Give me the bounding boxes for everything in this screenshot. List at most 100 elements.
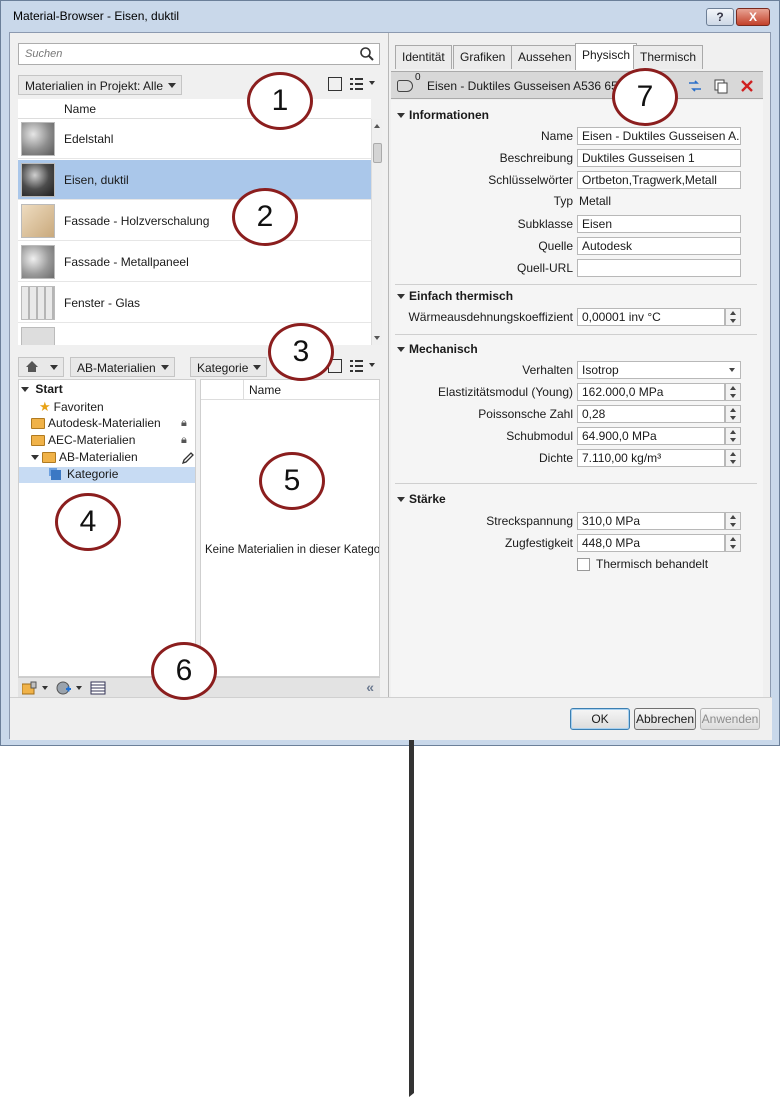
list-item[interactable]: Fassade - Metallpaneel [18, 242, 371, 282]
replace-asset-icon[interactable] [687, 78, 703, 94]
home-crumb[interactable] [18, 357, 64, 377]
panel-toggle-icon[interactable] [328, 77, 342, 91]
library-manage-icon[interactable] [22, 681, 38, 695]
beschreibung-field[interactable]: Duktiles Gusseisen 1 [577, 149, 741, 167]
cancel-button[interactable]: Abbrechen [634, 708, 696, 730]
verhalten-label: Verhalten [522, 363, 573, 377]
delete-asset-icon[interactable] [739, 78, 755, 94]
poisson-field[interactable]: 0,28 [577, 405, 725, 423]
quelle-field[interactable]: Autodesk [577, 237, 741, 255]
schubmodul-field[interactable]: 64.900,0 MPa [577, 427, 725, 445]
chevron-down-icon[interactable] [76, 686, 82, 690]
name-column-header: Name [64, 102, 97, 116]
section-einfach-thermisch[interactable]: Einfach thermisch [397, 289, 513, 303]
list-view-icon[interactable] [350, 77, 366, 91]
library-crumb-label: AB-Materialien [77, 361, 156, 375]
material-label: Edelstahl [64, 132, 114, 146]
zugfestigkeit-field[interactable]: 448,0 MPa [577, 534, 725, 552]
tab-identitaet[interactable]: Identität [395, 45, 452, 69]
waermeausdehnung-stepper[interactable] [725, 308, 741, 326]
section-mechanisch[interactable]: Mechanisch [397, 342, 478, 356]
typ-label: Typ [553, 194, 573, 208]
tab-aussehen[interactable]: Aussehen [511, 45, 579, 69]
tree-root[interactable]: Start [21, 382, 63, 398]
tab-physisch[interactable]: Physisch [575, 43, 638, 70]
material-editor-icon[interactable] [90, 681, 106, 695]
list-item[interactable]: Fassade - Holzverschalung [18, 201, 371, 241]
pencil-icon[interactable] [181, 451, 195, 465]
material-list-header[interactable]: Name [18, 99, 371, 119]
section-informationen[interactable]: Informationen [397, 108, 489, 122]
tree-item-ab[interactable]: AB-Materialien [31, 450, 138, 466]
project-filter-label: Materialien in Projekt: Alle [25, 79, 164, 93]
view-dropdown-icon[interactable] [369, 363, 375, 367]
subklasse-field[interactable]: Eisen [577, 215, 741, 233]
help-button[interactable]: ? [706, 8, 734, 26]
verhalten-select[interactable]: Isotrop [577, 361, 741, 379]
scroll-thumb[interactable] [373, 143, 382, 163]
section-title: Informationen [409, 108, 489, 122]
collapse-icon[interactable] [397, 497, 405, 503]
tree-item-favoriten[interactable]: ★ Favoriten [39, 399, 104, 415]
search-input[interactable]: Suchen [18, 43, 380, 65]
schubmodul-stepper[interactable] [725, 427, 741, 445]
scroll-up-icon[interactable] [374, 124, 380, 128]
ok-button[interactable]: OK [570, 708, 630, 730]
list-item[interactable]: Fenster - Glas [18, 283, 371, 323]
collapse-library-icon[interactable]: « [366, 679, 374, 695]
list-item[interactable]: Eisen, duktil [18, 160, 371, 200]
waermeausdehnung-field[interactable]: 0,00001 inv °C [577, 308, 725, 326]
name-field[interactable]: Eisen - Duktiles Gusseisen A... [577, 127, 741, 145]
apply-button[interactable]: Anwenden [700, 708, 760, 730]
poisson-stepper[interactable] [725, 405, 741, 423]
collapse-icon[interactable] [31, 455, 39, 461]
tree-item-kategorie[interactable]: Kategorie [19, 467, 195, 483]
section-staerke[interactable]: Stärke [397, 492, 446, 506]
chevron-down-icon[interactable] [42, 686, 48, 690]
verhalten-value: Isotrop [582, 363, 619, 377]
list-view-icon[interactable] [350, 359, 366, 373]
expand-icon[interactable] [21, 387, 29, 393]
collapse-icon[interactable] [397, 294, 405, 300]
library-crumb[interactable]: AB-Materialien [70, 357, 175, 377]
scroll-down-icon[interactable] [374, 336, 380, 340]
duplicate-asset-icon[interactable] [713, 78, 729, 94]
quell-url-field[interactable] [577, 259, 741, 277]
schluesselwoerter-field[interactable]: Ortbeton,Tragwerk,Metall [577, 171, 741, 189]
elastizitaetsmodul-stepper[interactable] [725, 383, 741, 401]
title-bar[interactable]: Material-Browser - Eisen, duktil ? X [1, 1, 779, 31]
close-button[interactable]: X [736, 8, 770, 26]
name-label: Name [540, 129, 573, 143]
asset-count: 0 [415, 72, 421, 83]
tab-grafiken[interactable]: Grafiken [453, 45, 513, 69]
material-thumbnail [21, 286, 55, 320]
tree-item-label: Autodesk-Materialien [48, 416, 161, 430]
tree-item-label: AEC-Materialien [48, 433, 136, 447]
list-item[interactable]: Edelstahl [18, 119, 371, 159]
search-icon[interactable] [359, 46, 375, 62]
chevron-down-icon [253, 365, 262, 370]
project-filter-dropdown[interactable]: Materialien in Projekt: Alle [18, 75, 183, 95]
home-icon[interactable] [25, 360, 39, 373]
category-list-header[interactable]: Name [201, 380, 379, 400]
elastizitaetsmodul-field[interactable]: 162.000,0 MPa [577, 383, 725, 401]
collapse-icon[interactable] [397, 347, 405, 353]
material-thumbnail [21, 163, 55, 197]
collapse-icon[interactable] [397, 113, 405, 119]
tree-item-aec[interactable]: AEC-Materialien [31, 433, 414, 1097]
chevron-down-icon [729, 368, 735, 372]
material-list-scrollbar[interactable] [371, 119, 382, 345]
thermisch-behandelt-checkbox[interactable] [577, 558, 590, 571]
category-crumb[interactable]: Kategorie [190, 357, 268, 377]
tree-root-label: Start [35, 382, 63, 396]
streckspannung-stepper[interactable] [725, 512, 741, 530]
tree-item-autodesk[interactable]: Autodesk-Materialien [31, 416, 414, 1080]
tab-thermisch[interactable]: Thermisch [633, 45, 704, 69]
callout-1: 1 [247, 72, 313, 130]
zugfestigkeit-stepper[interactable] [725, 534, 741, 552]
create-material-icon[interactable] [56, 681, 72, 695]
dichte-stepper[interactable] [725, 449, 741, 467]
view-dropdown-icon[interactable] [369, 81, 375, 85]
streckspannung-field[interactable]: 310,0 MPa [577, 512, 725, 530]
dichte-field[interactable]: 7.110,00 kg/m³ [577, 449, 725, 467]
